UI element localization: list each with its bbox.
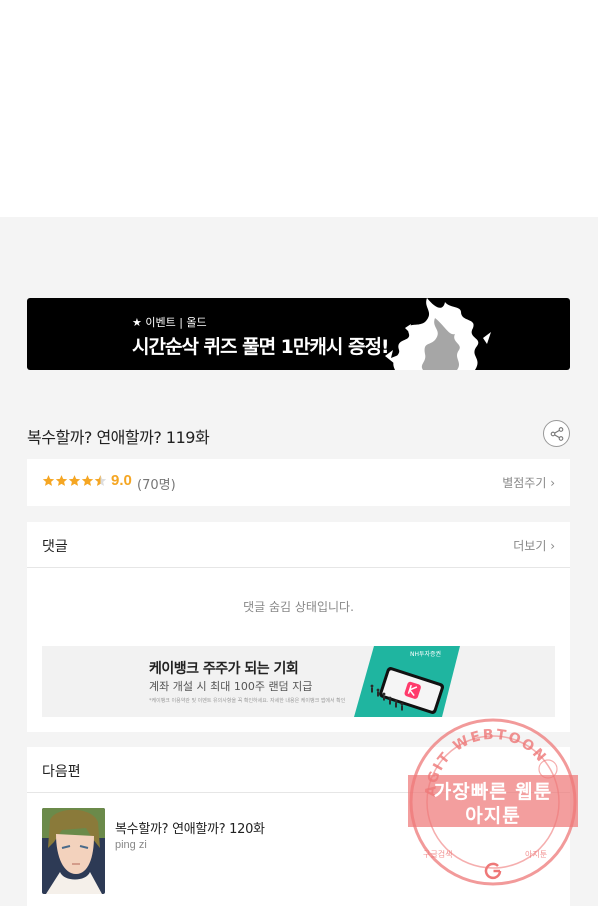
star-icon <box>68 475 81 486</box>
star-icon <box>81 475 94 486</box>
next-episode-title: 복수할까? 연애할까? 120화 <box>115 822 265 837</box>
watermark-line2: 아지툰 <box>465 805 521 827</box>
comment-hidden-message: 댓글 숨김 상태입니다. <box>243 600 354 614</box>
rating-count: (70명) <box>137 478 176 493</box>
star-icon <box>55 475 68 486</box>
ad-fine-print: *케이뱅크 이용약관 및 이벤트 유의사항을 꼭 확인하세요. 자세한 내용은 … <box>149 698 346 704</box>
star-rating <box>42 474 107 487</box>
next-title: 다음편 <box>42 764 81 780</box>
banner-title: 시간순삭 퀴즈 풀면 1만캐시 증정! <box>132 336 390 358</box>
rating-card: 9.0 (70명) 별점주기 › <box>27 459 570 506</box>
star-icon <box>42 475 55 486</box>
flame-graphic <box>385 298 491 370</box>
ad-subtitle: 계좌 개설 시 최대 100주 랜덤 지급 <box>149 680 313 693</box>
rating-score: 9.0 <box>111 472 132 489</box>
ad-brand: NH투자증권 <box>410 650 441 658</box>
ad-phone-graphic: NH투자증권 <box>354 646 460 717</box>
comment-header: 댓글 더보기 › <box>27 522 570 568</box>
ad-title: 케이뱅크 주주가 되는 기회 <box>149 661 299 677</box>
watermark-line1: 가장빠른 웹툰 <box>433 781 553 803</box>
half-star-icon <box>94 475 107 486</box>
episode-title: 복수할까? 연애할까? 119화 <box>27 428 210 447</box>
share-icon <box>550 426 563 441</box>
kbank-ad[interactable]: 케이뱅크 주주가 되는 기회 계좌 개설 시 최대 100주 랜덤 지급 *케이… <box>42 646 555 717</box>
banner-tag: ★ 이벤트 | 올드 <box>132 316 207 329</box>
rate-button[interactable]: 별점주기 › <box>502 474 555 491</box>
comment-more-link[interactable]: 더보기 › <box>513 537 555 554</box>
episode-thumbnail <box>42 808 105 894</box>
event-banner[interactable]: ★ 이벤트 | 올드 시간순삭 퀴즈 풀면 1만캐시 증정! <box>27 298 570 370</box>
share-button[interactable] <box>543 420 570 447</box>
next-episode-author: ping zi <box>115 839 147 851</box>
comment-title: 댓글 <box>42 539 68 555</box>
comment-section: 댓글 더보기 › 댓글 숨김 상태입니다. 케이뱅크 주주가 되는 기회 계좌 … <box>27 522 570 732</box>
blank-viewer-area <box>0 0 598 217</box>
